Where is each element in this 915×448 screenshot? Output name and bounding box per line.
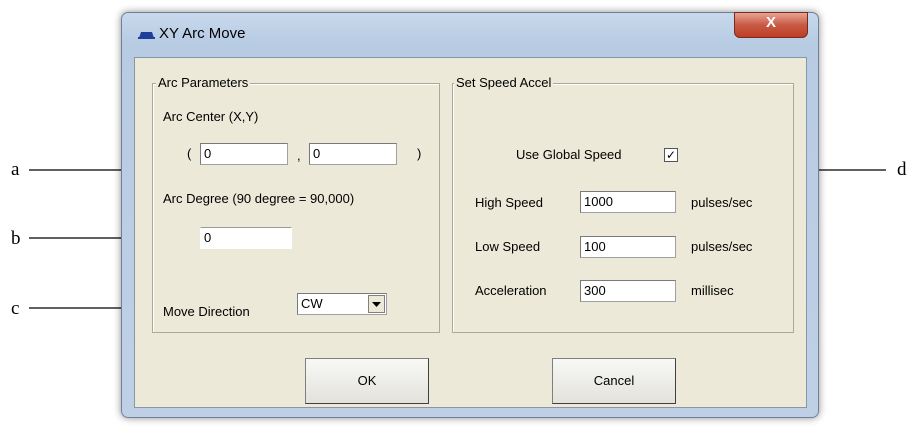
dialog-client-area: Arc Parameters Arc Center (X,Y) ( 0 , 0 … (134, 57, 807, 408)
annotation-b: b (11, 228, 21, 249)
open-paren: ( (187, 146, 192, 161)
acceleration-label: Acceleration (475, 283, 547, 298)
close-paren: ) (417, 146, 422, 161)
window-title: XY Arc Move (159, 25, 246, 42)
ok-button[interactable]: OK (305, 358, 429, 404)
title-bar[interactable]: XY Arc Move X (122, 12, 818, 51)
arc-degree-input[interactable]: 0 (200, 227, 292, 249)
cancel-button[interactable]: Cancel (552, 358, 676, 404)
close-button[interactable]: X (734, 12, 808, 38)
low-speed-label: Low Speed (475, 239, 541, 254)
use-global-speed-label: Use Global Speed (516, 147, 622, 162)
low-speed-unit: pulses/sec (691, 239, 753, 254)
dialog-window: XY Arc Move X Arc Parameters Arc Center … (121, 12, 819, 418)
arc-center-y-input[interactable]: 0 (309, 143, 397, 165)
app-icon (138, 32, 155, 39)
arc-center-x-input[interactable]: 0 (200, 143, 288, 165)
annotation-a: a (11, 159, 20, 180)
close-icon: X (765, 14, 776, 31)
checkmark-icon: ✓ (665, 148, 677, 162)
arc-center-label: Arc Center (X,Y) (163, 109, 259, 124)
annotation-d: d (897, 159, 907, 180)
acceleration-input[interactable]: 300 (580, 280, 676, 302)
move-direction-value: CW (301, 296, 323, 311)
move-direction-label: Move Direction (163, 304, 250, 319)
high-speed-unit: pulses/sec (691, 195, 753, 210)
arc-parameters-title: Arc Parameters (156, 75, 251, 90)
chevron-down-icon (372, 302, 381, 307)
arc-degree-label: Arc Degree (90 degree = 90,000) (163, 191, 355, 206)
use-global-speed-checkbox[interactable]: ✓ (664, 148, 678, 162)
center-separator: , (297, 148, 301, 163)
acceleration-unit: millisec (691, 283, 734, 298)
speed-accel-title: Set Speed Accel (454, 75, 554, 90)
annotation-c: c (11, 298, 20, 319)
move-direction-select[interactable]: CW (297, 293, 387, 315)
high-speed-input[interactable]: 1000 (580, 191, 676, 213)
high-speed-label: High Speed (475, 195, 543, 210)
move-direction-dropdown-button[interactable] (368, 295, 385, 313)
low-speed-input[interactable]: 100 (580, 236, 676, 258)
